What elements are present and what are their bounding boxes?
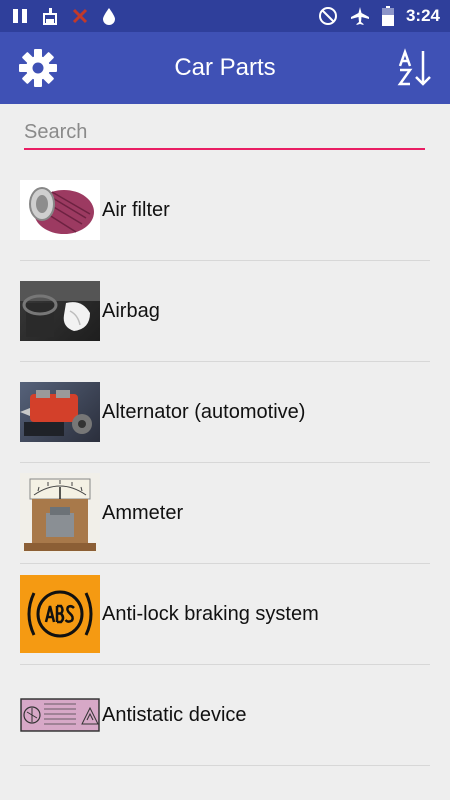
list-item-label: Ammeter [102,501,184,524]
list-item-label: Airbag [102,299,160,322]
search-bar [24,116,425,152]
alternator-thumbnail [20,382,100,442]
status-bar-left-icons [12,7,116,25]
cleaner-icon [43,8,57,25]
list-item-label: Anti-lock braking system [102,602,319,625]
water-drop-icon [103,8,115,25]
antistatic-label-thumbnail [20,698,100,732]
page-title: Car Parts [174,54,276,81]
status-bar: 3:24 [0,0,450,32]
list-item[interactable]: Air filter [20,160,430,261]
list-item[interactable]: Airbag [20,261,430,362]
do-not-disturb-icon [318,7,337,25]
list-item[interactable]: Antistatic device [20,665,430,766]
list-item[interactable]: Ammeter [20,463,430,564]
car-parts-list: Air filter Airbag Alternator (automotive… [20,160,430,766]
battery-icon [381,6,394,26]
air-filter-thumbnail [20,180,100,240]
sort-button[interactable] [396,48,436,88]
list-item-label: Antistatic device [102,703,247,726]
list-item-label: Air filter [102,198,170,221]
ammeter-thumbnail [20,473,100,553]
list-item[interactable]: Alternator (automotive) [20,362,430,463]
airbag-thumbnail [20,281,100,341]
close-red-icon [72,8,88,24]
airplane-icon [350,7,369,25]
app-bar: Car Parts [0,32,450,104]
pause-icon [13,9,27,23]
status-bar-right-icons: 3:24 [318,6,440,26]
search-input[interactable] [24,116,425,150]
list-item[interactable]: Anti-lock braking system [20,564,430,665]
sort-az-icon [397,48,431,86]
list-item-label: Alternator (automotive) [102,400,306,423]
abs-warning-thumbnail [20,575,100,653]
status-time: 3:24 [405,6,440,25]
